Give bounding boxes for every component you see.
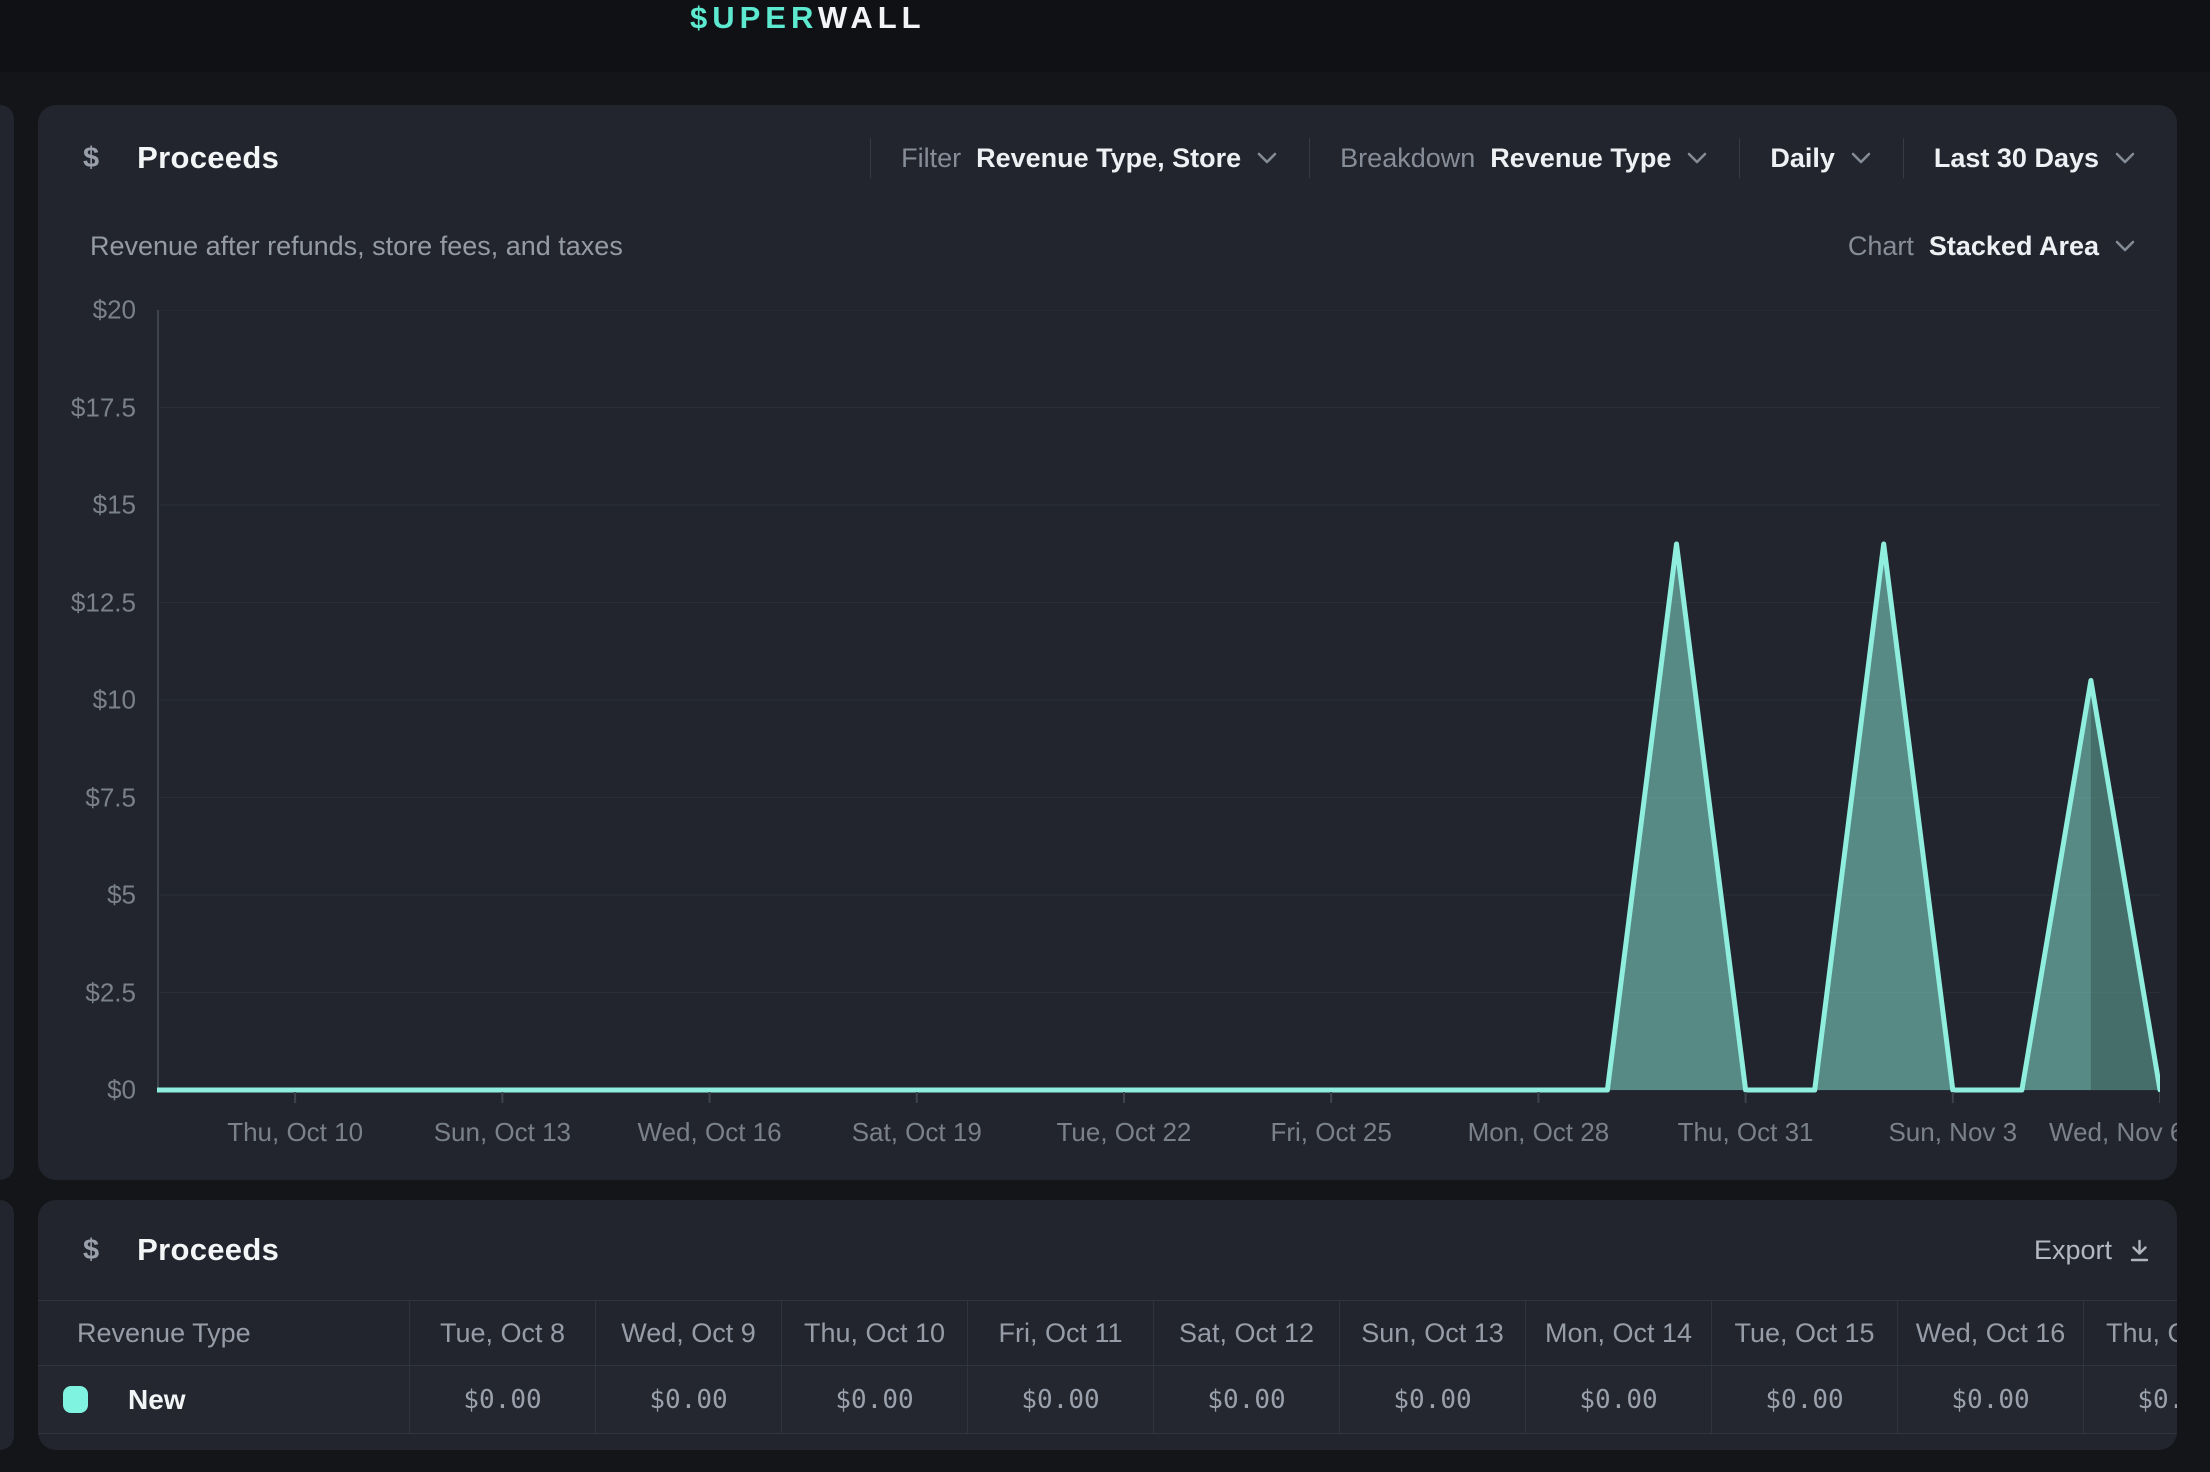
revenue-type-label: New [128,1384,186,1416]
table-column-header: Wed, Oct 16 [1897,1301,2083,1365]
superwall-logo: $UPERWALL [690,0,926,36]
series-color-swatch [63,1386,88,1413]
granularity-value: Daily [1770,143,1835,174]
stacked-area-chart[interactable] [157,310,2160,1110]
y-axis-label: $5 [107,880,136,911]
divider [870,138,871,178]
table-column-header: Fri, Oct 11 [967,1301,1153,1365]
x-axis-label: Thu, Oct 10 [227,1117,363,1148]
filter-dropdown[interactable]: Filter Revenue Type, Store [901,143,1279,174]
proceeds-table: Revenue TypeTue, Oct 8Wed, Oct 9Thu, Oct… [38,1300,2177,1434]
chart-card-title: Proceeds [137,140,279,176]
table-column-header: Tue, Oct 15 [1711,1301,1897,1365]
table-cell-value: $0.00 [2083,1366,2177,1433]
date-range-dropdown[interactable]: Last 30 Days [1934,143,2137,174]
x-axis-label: Wed, Nov 6 [2049,1117,2177,1148]
y-axis-label: $15 [93,490,136,521]
chart-subheader: Revenue after refunds, store fees, and t… [38,211,2177,281]
y-axis-label: $0 [107,1075,136,1106]
table-cell-value: $0.00 [1153,1366,1339,1433]
table-cell-value: $0.00 [595,1366,781,1433]
x-axis-label: Wed, Oct 16 [638,1117,782,1148]
chart-card-header: $ Proceeds Filter Revenue Type, Store Br… [38,105,2177,211]
divider [1309,138,1310,178]
logo-prefix: $UPER [690,0,818,35]
filter-label: Filter [901,143,961,174]
chart-type-label: Chart [1848,231,1914,262]
table-cell-value: $0.00 [781,1366,967,1433]
chevron-down-icon [1849,151,1873,165]
table-column-header-revenue-type: Revenue Type [38,1301,409,1365]
chevron-down-icon [2113,239,2137,253]
y-axis-label: $17.5 [71,392,136,423]
table-cell-value: $0.00 [967,1366,1153,1433]
area-fill [157,544,2160,1090]
y-axis-label: $12.5 [71,587,136,618]
proceeds-table-card: $ Proceeds Export Revenue TypeTue, Oct 8… [38,1200,2177,1450]
y-axis: $20$17.5$15$12.5$10$7.5$5$2.5$0 [38,310,136,1090]
top-bar: $UPERWALL [0,0,2210,72]
date-range-value: Last 30 Days [1934,143,2099,174]
divider [1903,138,1904,178]
y-axis-label: $10 [93,685,136,716]
y-axis-label: $20 [93,295,136,326]
x-axis-label: Tue, Oct 22 [1057,1117,1192,1148]
logo-suffix: WALL [818,0,926,35]
table-cell-value: $0.00 [1711,1366,1897,1433]
table-column-header: Sat, Oct 12 [1153,1301,1339,1365]
table-cell-value: $0.00 [1897,1366,2083,1433]
x-axis-label: Sat, Oct 19 [852,1117,982,1148]
x-axis-label: Mon, Oct 28 [1468,1117,1610,1148]
chevron-down-icon [1685,151,1709,165]
table-column-header: Tue, Oct 8 [409,1301,595,1365]
x-axis-label: Thu, Oct 31 [1678,1117,1814,1148]
table-header-row: Revenue TypeTue, Oct 8Wed, Oct 9Thu, Oct… [38,1300,2177,1366]
table-column-header: Sun, Oct 13 [1339,1301,1525,1365]
table-card-title: Proceeds [137,1232,279,1268]
table-cell-value: $0.00 [1525,1366,1711,1433]
x-axis-label: Sun, Oct 13 [434,1117,571,1148]
proceeds-chart-card: $ Proceeds Filter Revenue Type, Store Br… [38,105,2177,1180]
download-icon [2126,1237,2153,1264]
table-cell-value: $0.00 [1339,1366,1525,1433]
chart-type-value: Stacked Area [1929,231,2099,262]
export-button[interactable]: Export [2034,1235,2153,1266]
x-axis-label: Sun, Nov 3 [1888,1117,2017,1148]
table-column-header: Thu, Oct 10 [781,1301,967,1365]
x-axis-label: Fri, Oct 25 [1270,1117,1391,1148]
chevron-down-icon [2113,151,2137,165]
table-cell-revenue-type: New [38,1366,409,1433]
export-label: Export [2034,1235,2112,1266]
dollar-icon: $ [83,1234,99,1267]
table-column-header: Wed, Oct 9 [595,1301,781,1365]
chart-subtitle: Revenue after refunds, store fees, and t… [90,231,623,262]
table-column-header: Mon, Oct 14 [1525,1301,1711,1365]
superwall-dashboard: $UPERWALL $ Proceeds Filter Revenue Type… [0,0,2210,1472]
chevron-down-icon [1255,151,1279,165]
adjacent-card-edge-bottom [0,1200,14,1450]
table-row: New$0.00$0.00$0.00$0.00$0.00$0.00$0.00$0… [38,1366,2177,1434]
breakdown-value: Revenue Type [1490,143,1671,174]
table-cell-value: $0.00 [409,1366,595,1433]
dollar-icon: $ [83,142,99,175]
filter-value: Revenue Type, Store [976,143,1241,174]
y-axis-label: $2.5 [85,977,136,1008]
table-column-header: Thu, Oct 17 [2083,1301,2177,1365]
x-axis: Thu, Oct 10 Sun, Oct 13 Wed, Oct 16 Sat, Oc… [157,1117,2160,1159]
table-card-header: $ Proceeds Export [38,1200,2177,1300]
breakdown-dropdown[interactable]: Breakdown Revenue Type [1340,143,1709,174]
divider [1739,138,1740,178]
breakdown-label: Breakdown [1340,143,1475,174]
chart-controls: Filter Revenue Type, Store Breakdown Rev… [840,138,2137,178]
chart-type-dropdown[interactable]: Chart Stacked Area [1848,231,2137,262]
granularity-dropdown[interactable]: Daily [1770,143,1873,174]
adjacent-card-edge-top [0,105,14,1180]
y-axis-label: $7.5 [85,782,136,813]
